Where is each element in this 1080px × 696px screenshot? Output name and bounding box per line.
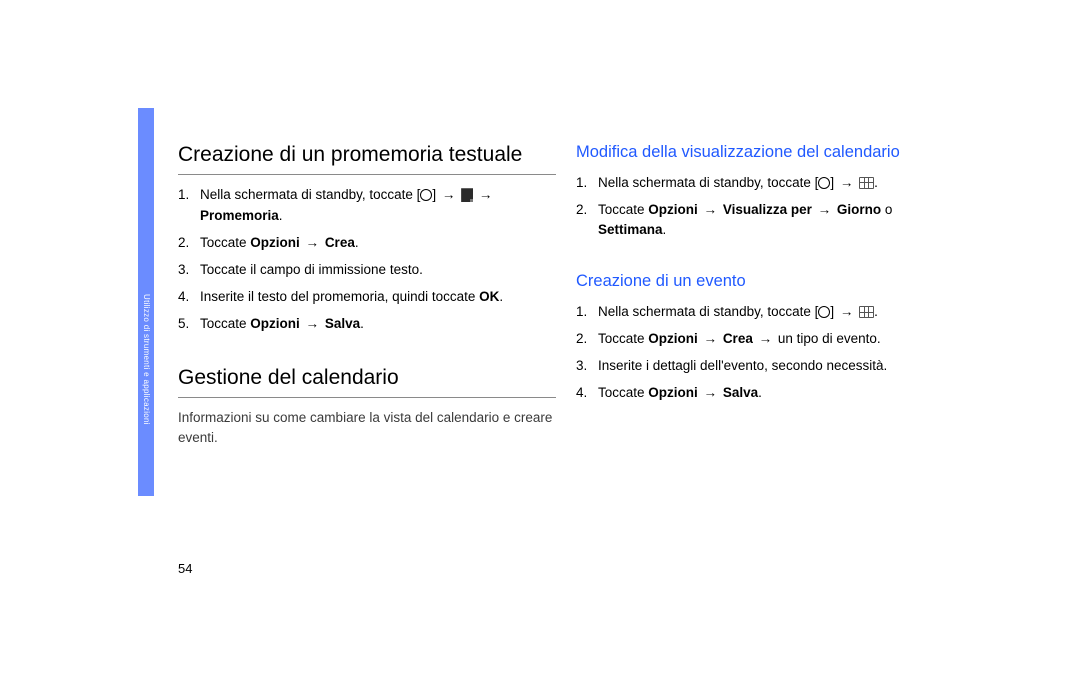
- arrow-icon: →: [702, 385, 720, 400]
- steps-create-text-memo: Nella schermata di standby, toccate [] →…: [178, 185, 556, 335]
- step-text: ]: [830, 304, 838, 319]
- steps-create-event: Nella schermata di standby, toccate [] →…: [576, 302, 954, 404]
- page-content: Creazione di un promemoria testuale Nell…: [138, 108, 954, 588]
- step-text: [698, 331, 702, 346]
- calendar-icon: [859, 177, 874, 189]
- arrow-icon: →: [757, 331, 775, 346]
- subheading-change-calendar-view: Modifica della visualizzazione del calen…: [576, 142, 954, 163]
- columns: Creazione di un promemoria testuale Nell…: [178, 108, 954, 453]
- step-text: Inserite i dettagli dell'evento, secondo…: [598, 358, 887, 373]
- step-text: Toccate: [598, 331, 648, 346]
- step-text: o: [881, 202, 892, 217]
- step-item: Toccate il campo di immissione testo.: [178, 260, 556, 281]
- arrow-icon: →: [304, 316, 322, 331]
- arrow-icon: →: [816, 202, 834, 217]
- step-text: .: [360, 316, 364, 331]
- arrow-icon: →: [702, 331, 720, 346]
- step-text: Nella schermata di standby, toccate [: [598, 304, 818, 319]
- step-bold: OK: [479, 289, 499, 304]
- home-icon: [420, 189, 432, 201]
- step-text: .: [355, 235, 359, 250]
- step-text: ]: [432, 187, 440, 202]
- step-text: .: [499, 289, 503, 304]
- step-bold: Crea: [325, 235, 355, 250]
- step-item: Toccate Opzioni → Salva.: [178, 314, 556, 335]
- step-text: .: [279, 208, 283, 223]
- step-item: Nella schermata di standby, toccate [] →…: [178, 185, 556, 227]
- step-item: Inserite i dettagli dell'evento, secondo…: [576, 356, 954, 377]
- step-text: Nella schermata di standby, toccate [: [598, 175, 818, 190]
- step-text: Nella schermata di standby, toccate [: [200, 187, 420, 202]
- step-text: .: [874, 175, 878, 190]
- step-bold: Opzioni: [250, 316, 300, 331]
- step-text: ]: [830, 175, 838, 190]
- arrow-icon: →: [440, 187, 458, 202]
- step-bold: Opzioni: [250, 235, 300, 250]
- step-item: Nella schermata di standby, toccate [] →…: [576, 302, 954, 323]
- step-item: Inserite il testo del promemoria, quindi…: [178, 287, 556, 308]
- home-icon: [818, 177, 830, 189]
- step-bold: Giorno: [837, 202, 881, 217]
- intro-text: Informazioni su come cambiare la vista d…: [178, 408, 556, 447]
- step-bold: Settimana: [598, 222, 663, 237]
- step-item: Nella schermata di standby, toccate [] →…: [576, 173, 954, 194]
- step-text: [698, 385, 702, 400]
- step-text: un tipo di evento.: [774, 331, 881, 346]
- column-right: Modifica della visualizzazione del calen…: [576, 108, 954, 453]
- column-left: Creazione di un promemoria testuale Nell…: [178, 108, 556, 453]
- calendar-icon: [859, 306, 874, 318]
- arrow-icon: →: [477, 187, 495, 202]
- step-text: Toccate: [200, 316, 250, 331]
- step-text: Inserite il testo del promemoria, quindi…: [200, 289, 479, 304]
- step-text: [300, 316, 304, 331]
- arrow-icon: →: [838, 304, 856, 319]
- step-text: [698, 202, 702, 217]
- step-text: .: [663, 222, 667, 237]
- step-text: .: [874, 304, 878, 319]
- steps-change-calendar-view: Nella schermata di standby, toccate [] →…: [576, 173, 954, 242]
- arrow-icon: →: [304, 235, 322, 250]
- step-bold: Opzioni: [648, 331, 698, 346]
- step-bold: Crea: [723, 331, 753, 346]
- heading-create-text-memo: Creazione di un promemoria testuale: [178, 142, 556, 175]
- step-text: Toccate il campo di immissione testo.: [200, 262, 423, 277]
- step-text: Toccate: [598, 385, 648, 400]
- step-text: Toccate: [200, 235, 250, 250]
- arrow-icon: →: [838, 175, 856, 190]
- heading-manage-calendar: Gestione del calendario: [178, 365, 556, 398]
- step-item: Toccate Opzioni → Salva.: [576, 383, 954, 404]
- home-icon: [818, 306, 830, 318]
- step-text: .: [758, 385, 762, 400]
- step-bold: Salva: [723, 385, 758, 400]
- arrow-icon: →: [702, 202, 720, 217]
- step-text: [300, 235, 304, 250]
- step-bold: Promemoria: [200, 208, 279, 223]
- page-number: 54: [178, 561, 192, 576]
- note-icon: [461, 188, 473, 202]
- step-item: Toccate Opzioni → Crea → un tipo di even…: [576, 329, 954, 350]
- step-bold: Opzioni: [648, 202, 698, 217]
- step-bold: Salva: [325, 316, 360, 331]
- step-bold: Visualizza per: [723, 202, 812, 217]
- subheading-create-event: Creazione di un evento: [576, 271, 954, 292]
- step-item: Toccate Opzioni → Crea.: [178, 233, 556, 254]
- step-bold: Opzioni: [648, 385, 698, 400]
- step-text: Toccate: [598, 202, 648, 217]
- step-item: Toccate Opzioni → Visualizza per → Giorn…: [576, 200, 954, 242]
